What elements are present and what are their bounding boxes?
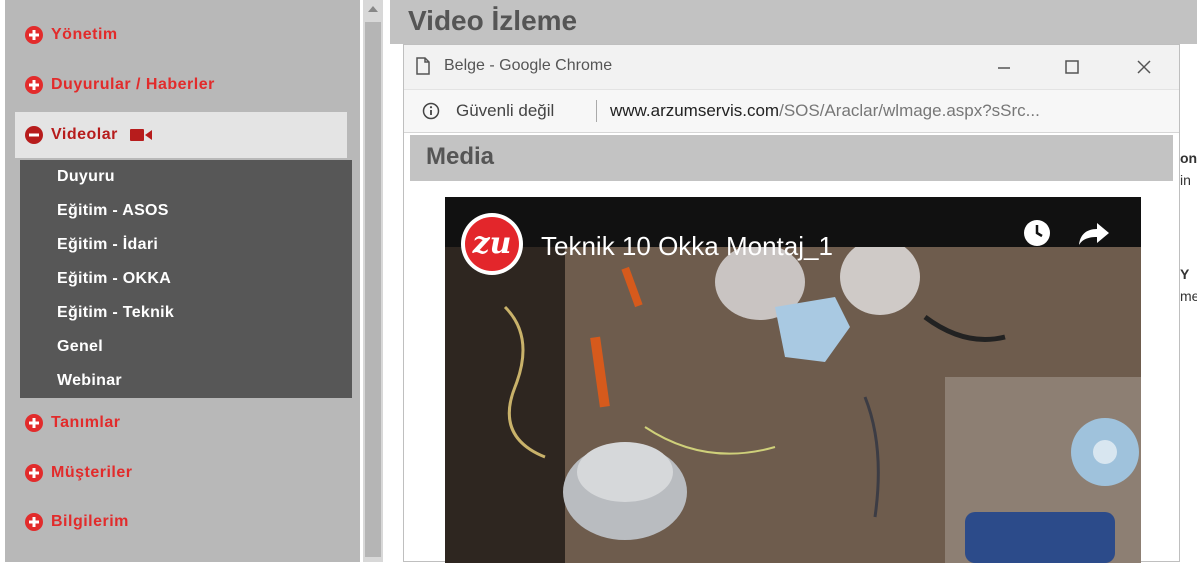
- maximize-icon[interactable]: [1060, 55, 1084, 79]
- scroll-up-arrow-icon[interactable]: [368, 6, 378, 12]
- watch-later-clock-icon[interactable]: [1023, 219, 1051, 247]
- background-text-fragment: on: [1180, 150, 1197, 166]
- page-scrollbar[interactable]: [363, 0, 383, 562]
- page-header: Video İzleme: [390, 0, 1197, 44]
- embedded-video-player[interactable]: zu Teknik 10 Okka Montaj_1: [445, 197, 1141, 563]
- media-header: Media: [410, 135, 1173, 181]
- menu-item-musteriler[interactable]: Müşteriler: [15, 450, 347, 496]
- menu-item-label: Yönetim: [51, 26, 118, 43]
- media-title: Media: [426, 143, 495, 170]
- address-bar[interactable]: Güvenli değil www.arzumservis.com/SOS/Ar…: [404, 89, 1179, 133]
- address-divider: [596, 100, 597, 122]
- menu-item-bilgilerim[interactable]: Bilgilerim: [15, 499, 347, 545]
- video-title[interactable]: Teknik 10 Okka Montaj_1: [541, 231, 833, 262]
- plus-circle-icon: [25, 464, 43, 482]
- chrome-popup-window: Belge - Google Chrome Güvenli değil www.…: [403, 44, 1180, 563]
- sidebar: Yönetim Duyurular / Haberler Videolar Du…: [5, 0, 360, 562]
- minus-circle-icon: [25, 126, 43, 144]
- submenu-item-genel[interactable]: Genel: [20, 330, 352, 364]
- menu-item-label: Müşteriler: [51, 464, 133, 481]
- plus-circle-icon: [25, 414, 43, 432]
- security-label[interactable]: Güvenli değil: [456, 101, 554, 121]
- url-host: www.arzumservis.com: [610, 101, 780, 120]
- page-title: Video İzleme: [408, 5, 578, 36]
- menu-item-duyurular[interactable]: Duyurular / Haberler: [15, 62, 347, 108]
- submenu-item-egitim-idari[interactable]: Eğitim - İdari: [20, 228, 352, 262]
- plus-circle-icon: [25, 26, 43, 44]
- submenu-item-duyuru[interactable]: Duyuru: [20, 160, 352, 194]
- menu-item-tanimlar[interactable]: Tanımlar: [15, 400, 347, 446]
- background-text-fragment: Y: [1180, 266, 1190, 282]
- channel-logo[interactable]: zu: [461, 213, 523, 275]
- menu-item-yonetim[interactable]: Yönetim: [15, 12, 347, 58]
- videolar-submenu: Duyuru Eğitim - ASOS Eğitim - İdari Eğit…: [20, 160, 352, 398]
- menu-item-label: Tanımlar: [51, 414, 121, 431]
- minimize-icon[interactable]: [992, 55, 1016, 79]
- submenu-item-egitim-okka[interactable]: Eğitim - OKKA: [20, 262, 352, 296]
- submenu-item-egitim-teknik[interactable]: Eğitim - Teknik: [20, 296, 352, 330]
- menu-item-label: Bilgilerim: [51, 513, 129, 530]
- submenu-item-webinar[interactable]: Webinar: [20, 364, 352, 398]
- menu-item-label: Videolar: [51, 126, 118, 143]
- menu-item-label: Duyurular / Haberler: [51, 76, 215, 93]
- url-text[interactable]: www.arzumservis.com/SOS/Araclar/wlmage.a…: [610, 101, 1040, 121]
- window-title: Belge - Google Chrome: [444, 57, 613, 74]
- document-icon: [416, 57, 430, 75]
- info-icon[interactable]: [422, 102, 440, 120]
- share-icon[interactable]: [1077, 221, 1111, 247]
- background-text-fragment: in: [1180, 172, 1191, 188]
- submenu-item-egitim-asos[interactable]: Eğitim - ASOS: [20, 194, 352, 228]
- close-icon[interactable]: [1132, 55, 1156, 79]
- window-titlebar: Belge - Google Chrome: [404, 45, 1179, 89]
- channel-logo-mark: zu: [465, 217, 519, 271]
- url-path: /SOS/Araclar/wlmage.aspx?sSrc...: [779, 101, 1040, 120]
- video-camera-icon: [129, 129, 152, 141]
- plus-circle-icon: [25, 76, 43, 94]
- scroll-thumb[interactable]: [365, 22, 381, 557]
- menu-item-videolar[interactable]: Videolar: [15, 112, 347, 158]
- plus-circle-icon: [25, 513, 43, 531]
- background-text-fragment: me: [1180, 288, 1197, 304]
